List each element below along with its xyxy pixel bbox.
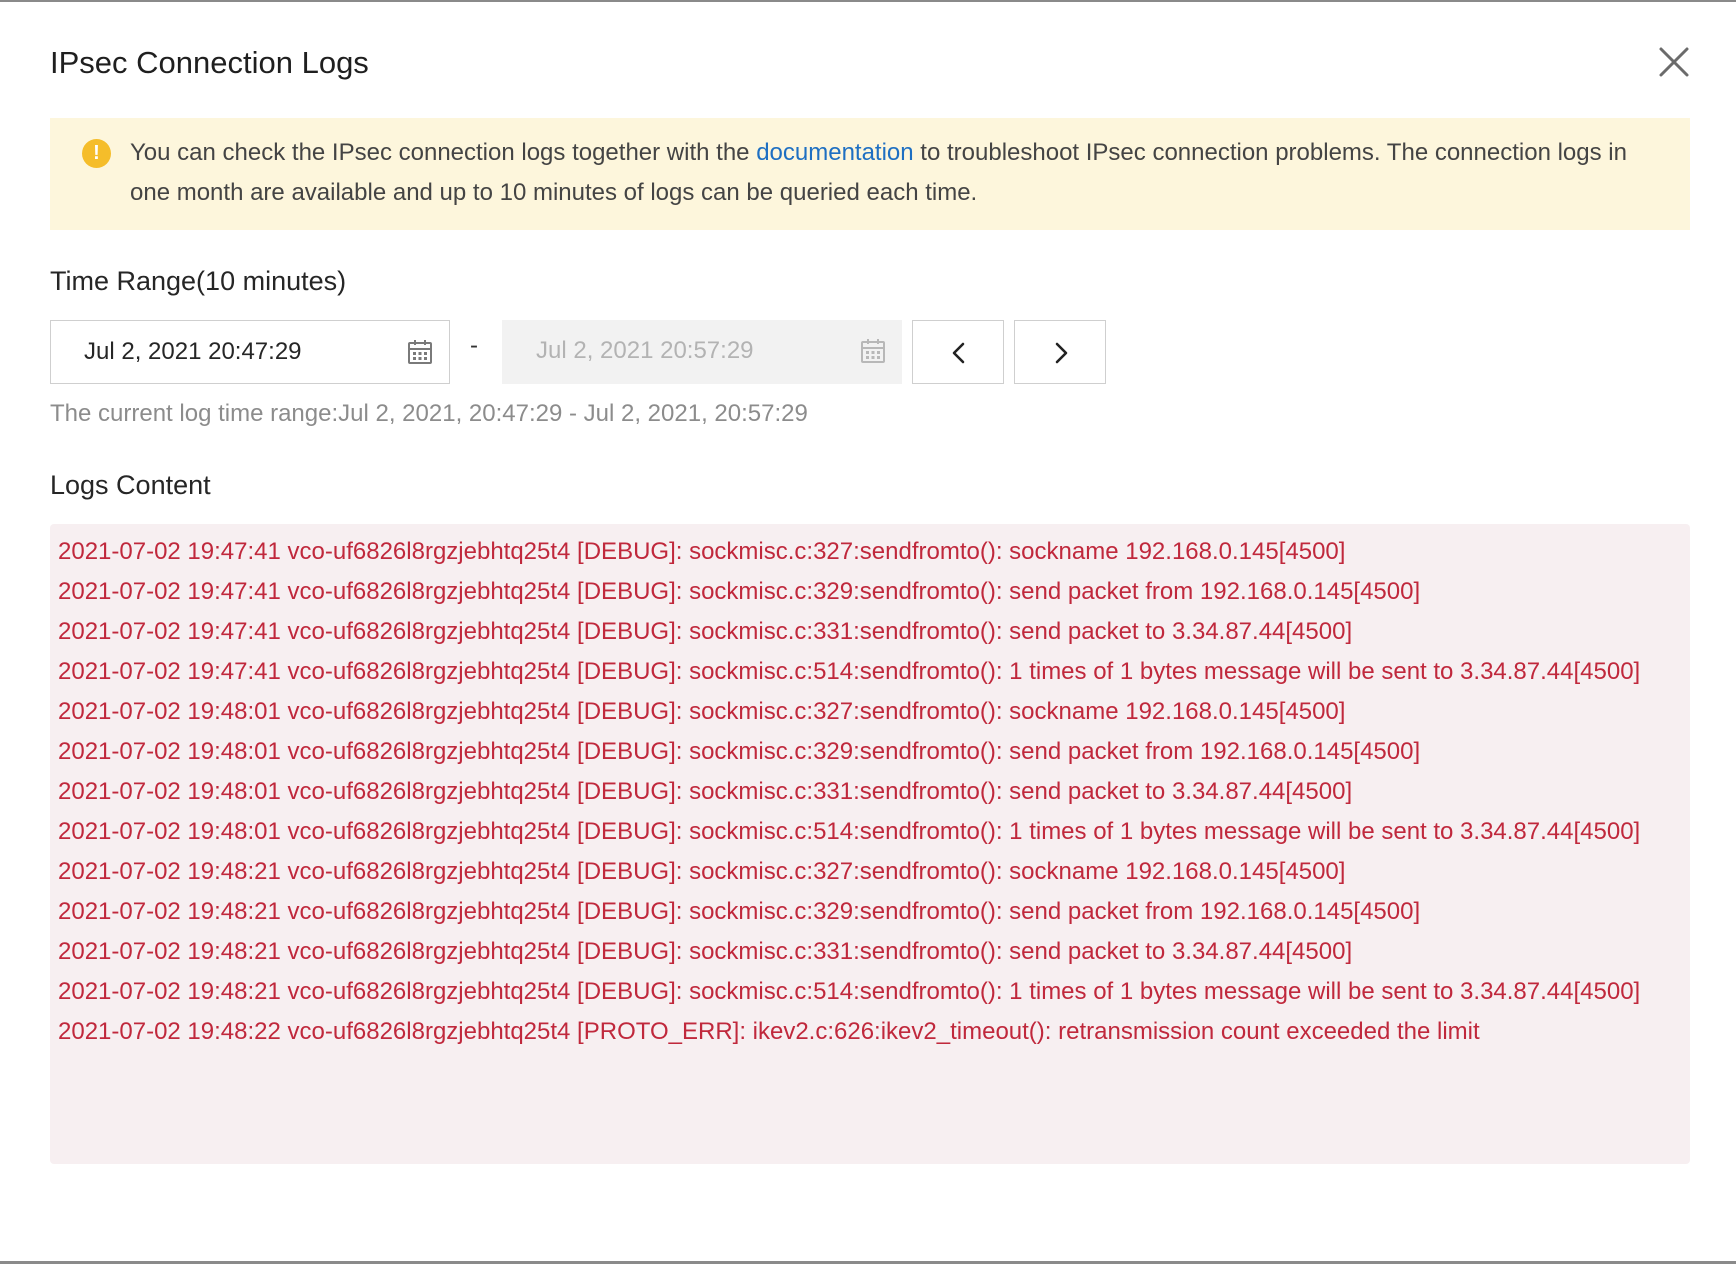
logs-content-area[interactable]: 2021-07-02 19:47:41 vco-uf6826l8rgzjebht…: [50, 524, 1690, 1164]
calendar-icon: [408, 340, 432, 364]
log-line: 2021-07-02 19:48:01 vco-uf6826l8rgzjebht…: [58, 818, 1641, 845]
notice-text: You can check the IPsec connection logs …: [130, 133, 1630, 213]
end-time-picker: Jul 2, 2021 20:57:29: [502, 320, 902, 384]
log-line: 2021-07-02 19:48:01 vco-uf6826l8rgzjebht…: [58, 698, 1346, 725]
log-line: 2021-07-02 19:48:21 vco-uf6826l8rgzjebht…: [58, 898, 1421, 925]
log-line: 2021-07-02 19:48:21 vco-uf6826l8rgzjebht…: [58, 938, 1353, 965]
log-line: 2021-07-02 19:47:41 vco-uf6826l8rgzjebht…: [58, 538, 1346, 565]
chevron-left-icon: [952, 342, 965, 364]
log-line: 2021-07-02 19:47:41 vco-uf6826l8rgzjebht…: [58, 618, 1353, 645]
notice-text-before: You can check the IPsec connection logs …: [130, 139, 757, 166]
time-range-label: Time Range(10 minutes): [50, 266, 347, 296]
current-range-text: The current log time range:Jul 2, 2021, …: [50, 400, 808, 427]
log-line: 2021-07-02 19:48:01 vco-uf6826l8rgzjebht…: [58, 738, 1421, 765]
start-time-picker[interactable]: Jul 2, 2021 20:47:29: [50, 320, 450, 384]
calendar-icon: [861, 339, 885, 363]
next-range-button[interactable]: [1014, 320, 1106, 384]
close-icon: [1659, 47, 1689, 77]
documentation-link[interactable]: documentation: [756, 139, 913, 166]
logs-content-label: Logs Content: [50, 470, 211, 500]
exclamation-circle-icon: !: [82, 139, 111, 168]
range-separator: -: [470, 332, 478, 359]
log-line: 2021-07-02 19:47:41 vco-uf6826l8rgzjebht…: [58, 578, 1421, 605]
close-button[interactable]: [1656, 44, 1692, 80]
log-line: 2021-07-02 19:47:41 vco-uf6826l8rgzjebht…: [58, 658, 1641, 685]
ipsec-logs-dialog: IPsec Connection Logs ! You can check th…: [0, 0, 1736, 1264]
log-line: 2021-07-02 19:48:22 vco-uf6826l8rgzjebht…: [58, 1018, 1480, 1045]
end-time-value: Jul 2, 2021 20:57:29: [536, 337, 754, 364]
chevron-right-icon: [1055, 342, 1068, 364]
log-line: 2021-07-02 19:48:01 vco-uf6826l8rgzjebht…: [58, 778, 1353, 805]
previous-range-button[interactable]: [912, 320, 1004, 384]
dialog-title: IPsec Connection Logs: [50, 45, 369, 80]
notice-banner: ! You can check the IPsec connection log…: [50, 118, 1690, 230]
log-line: 2021-07-02 19:48:21 vco-uf6826l8rgzjebht…: [58, 858, 1346, 885]
log-line: 2021-07-02 19:48:21 vco-uf6826l8rgzjebht…: [58, 978, 1641, 1005]
start-time-value: Jul 2, 2021 20:47:29: [84, 338, 302, 365]
